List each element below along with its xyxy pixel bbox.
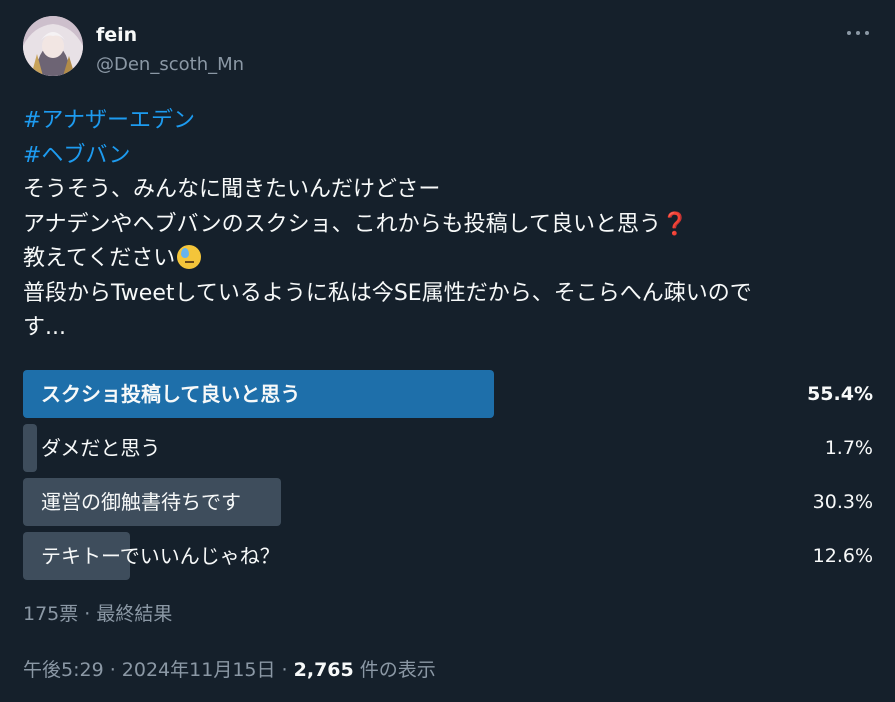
poll-summary: 175票 · 最終結果 xyxy=(23,603,173,625)
poll-option-percent: 1.7% xyxy=(824,437,873,459)
views-count[interactable]: 2,765 xyxy=(294,659,354,681)
sweat-face-emoji-icon xyxy=(177,245,202,269)
poll-option-percent: 12.6% xyxy=(812,545,873,567)
author-handle[interactable]: @Den_scoth_Mn xyxy=(96,54,244,75)
tweet-line-2: アナデンやヘブバンのスクショ、これからも投稿して良いと思う xyxy=(23,211,662,237)
poll-option-label: ダメだと思う xyxy=(41,436,161,460)
tweet-line-4: 普段からTweetしているように私は今SE属性だから、そこらへん疎いので xyxy=(23,280,752,306)
poll-option: スクショ投稿して良いと思う 55.4% xyxy=(23,370,873,418)
poll-option-label: スクショ投稿して良いと思う xyxy=(41,382,301,406)
author-name[interactable]: fein xyxy=(96,24,137,46)
tweet-text: #アナザーエデン #ヘブバン そうそう、みんなに聞きたいんだけどさー アナデンや… xyxy=(23,104,873,346)
question-mark-emoji-icon: ❓ xyxy=(661,211,689,237)
avatar[interactable] xyxy=(23,16,83,76)
poll-option: ダメだと思う 1.7% xyxy=(23,424,873,472)
poll-option: テキトーでいいんじゃね？ 12.6% xyxy=(23,532,873,580)
hashtag-hebban[interactable]: #ヘブバン xyxy=(23,143,131,168)
tweet-line-1: そうそう、みんなに聞きたいんだけどさー xyxy=(23,177,441,202)
poll-option-label: 運営の御触書待ちです xyxy=(41,490,241,514)
poll-option-percent: 30.3% xyxy=(812,491,873,513)
poll-bar xyxy=(23,424,37,472)
poll: スクショ投稿して良いと思う 55.4% ダメだと思う 1.7% 運営の御触書待ち… xyxy=(23,370,873,586)
hashtag-another-eden[interactable]: #アナザーエデン xyxy=(23,108,195,133)
poll-option-label: テキトーでいいんじゃね？ xyxy=(41,544,280,568)
views-label: 件の表示 xyxy=(353,659,436,681)
poll-option-percent: 55.4% xyxy=(807,383,873,405)
tweet-timestamp: 午後5:29 · 2024年11月15日 · 2,765 件の表示 xyxy=(23,655,436,682)
tweet-line-5: す... xyxy=(23,315,66,340)
tweet-line-3: 教えてください xyxy=(23,246,176,271)
more-options-icon[interactable] xyxy=(847,22,869,44)
poll-option: 運営の御触書待ちです 30.3% xyxy=(23,478,873,526)
datetime-link[interactable]: 午後5:29 · 2024年11月15日 · xyxy=(23,659,294,681)
